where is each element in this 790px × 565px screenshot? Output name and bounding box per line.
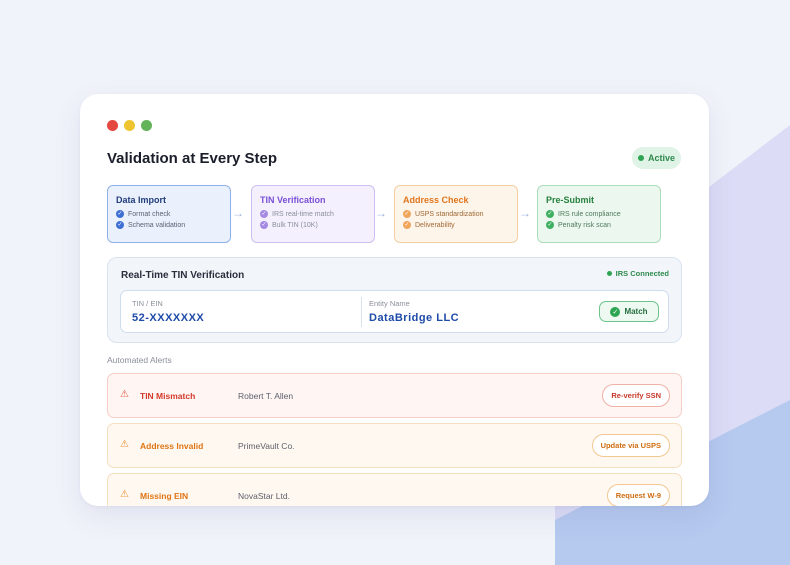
entity-field[interactable]: Entity Name DataBridge LLC	[369, 299, 459, 324]
minimize-dot-icon[interactable]	[124, 120, 135, 131]
window-controls	[107, 120, 152, 131]
step-title: Data Import	[116, 195, 167, 205]
alert-name: Missing EIN	[140, 491, 189, 501]
re-verify-ssn-button[interactable]: Re-verify SSN	[602, 384, 670, 407]
status-dot-icon	[637, 155, 644, 161]
step-item: ✓ Bulk TIN (10K)	[260, 221, 318, 229]
step-pre-submit[interactable]: Pre-Submit ✓ IRS rule compliance ✓ Penalty…	[537, 185, 661, 243]
check-circle-icon: ✓	[403, 221, 411, 229]
divider	[361, 297, 362, 327]
check-circle-icon: ✓	[116, 210, 124, 218]
step-title: Pre-Submit	[546, 195, 595, 205]
validation-steps: Data Import ✓ Format check ✓ Schema valida…	[107, 185, 682, 243]
check-circle-icon: ✓	[546, 210, 554, 218]
step-item: ✓ IRS real-time match	[260, 210, 334, 218]
step-title: TIN Verification	[260, 195, 326, 205]
alert-name: TIN Mismatch	[140, 391, 196, 401]
alert-payee: Robert T. Allen	[238, 391, 294, 401]
update-via-usps-button[interactable]: Update via USPS	[591, 434, 670, 457]
app-window: Validation at Every Step Active Data Imp…	[80, 94, 709, 506]
check-circle-icon: ✓	[260, 210, 268, 218]
alert-row-address-invalid[interactable]: ⚠ Address Invalid PrimeVault Co. Update …	[107, 423, 682, 468]
step-tin-verification[interactable]: TIN Verification ✓ IRS real-time match ✓ B…	[251, 185, 375, 243]
status-label: Active	[647, 153, 675, 163]
alert-payee: NovaStar Ltd.	[238, 491, 290, 501]
match-button[interactable]: ✓ Match	[599, 301, 659, 322]
tin-verification-panel: Real-Time TIN Verification IRS Connected…	[107, 257, 682, 343]
step-data-import[interactable]: Data Import ✓ Format check ✓ Schema valida…	[107, 185, 231, 243]
step-item: ✓ Schema validation	[116, 221, 186, 229]
check-circle-icon: ✓	[403, 210, 411, 218]
close-dot-icon[interactable]	[107, 120, 118, 131]
status-badge: Active	[632, 147, 681, 169]
alerts-heading: Automated Alerts	[107, 355, 172, 365]
tin-record: TIN / EIN 52-XXXXXXX Entity Name DataBri…	[120, 290, 669, 333]
alert-name: Address Invalid	[140, 441, 204, 451]
step-item: ✓ USPS standardization	[403, 210, 484, 218]
step-item: ✓ Penalty risk scan	[546, 221, 611, 229]
arrow-right-icon: →	[519, 206, 531, 220]
alert-row-tin-mismatch[interactable]: ⚠ TIN Mismatch Robert T. Allen Re-verify…	[107, 373, 682, 418]
request-w9-button[interactable]: Request W-9	[606, 484, 670, 506]
arrow-right-icon: →	[232, 206, 244, 220]
warning-triangle-icon: ⚠	[120, 389, 129, 400]
tin-label: TIN / EIN	[132, 299, 163, 308]
step-item: ✓ Format check	[116, 210, 171, 218]
step-address-check[interactable]: Address Check ✓ USPS standardization ✓ Del…	[394, 185, 518, 243]
tin-field[interactable]: TIN / EIN 52-XXXXXXX	[132, 299, 204, 324]
step-title: Address Check	[403, 195, 469, 205]
page-title: Validation at Every Step	[107, 150, 278, 167]
alert-payee: PrimeVault Co.	[238, 441, 295, 451]
connected-dot-icon	[606, 271, 612, 276]
warning-triangle-icon: ⚠	[120, 489, 129, 500]
check-circle-icon: ✓	[546, 221, 554, 229]
match-label: Match	[624, 307, 648, 316]
arrow-right-icon: →	[375, 206, 387, 220]
maximize-dot-icon[interactable]	[141, 120, 152, 131]
check-circle-icon: ✓	[610, 306, 621, 317]
panel-title: Real-Time TIN Verification	[121, 270, 245, 281]
tin-value: 52-XXXXXXX	[132, 312, 205, 324]
connection-status: IRS Connected	[606, 269, 669, 278]
step-item: ✓ IRS rule compliance	[546, 210, 621, 218]
entity-value: DataBridge LLC	[369, 312, 460, 324]
check-circle-icon: ✓	[260, 221, 268, 229]
step-item: ✓ Deliverability	[403, 221, 455, 229]
check-circle-icon: ✓	[116, 221, 124, 229]
entity-label: Entity Name	[369, 299, 410, 308]
warning-triangle-icon: ⚠	[120, 439, 129, 450]
alert-row-missing-ein[interactable]: ⚠ Missing EIN NovaStar Ltd. Request W-9	[107, 473, 682, 506]
connection-label: IRS Connected	[615, 269, 669, 278]
